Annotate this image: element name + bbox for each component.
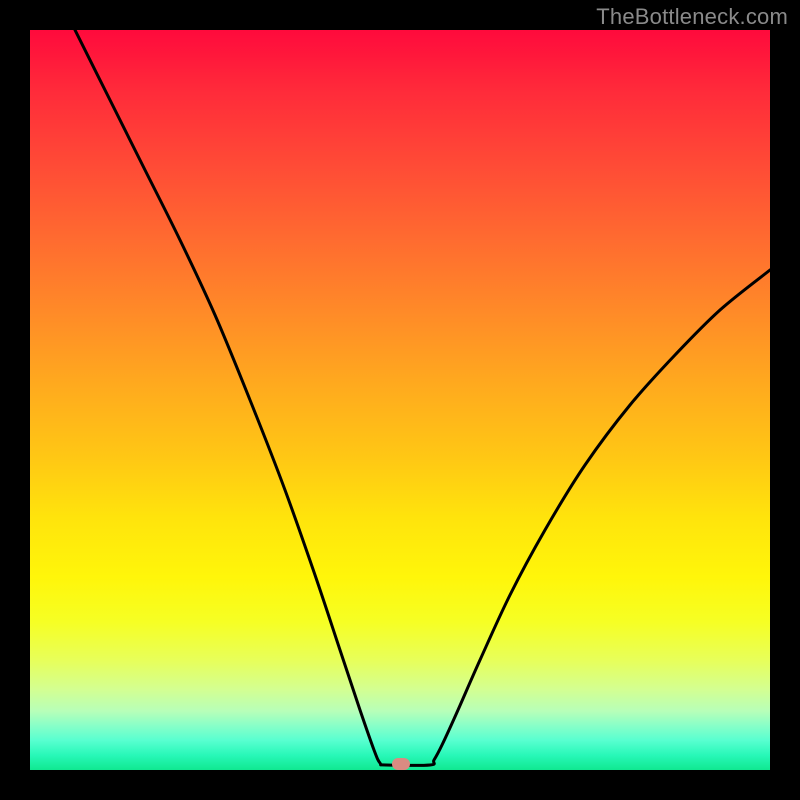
- optimum-marker: [392, 758, 410, 770]
- plot-area: [30, 30, 770, 770]
- watermark-text: TheBottleneck.com: [596, 4, 788, 30]
- chart-frame: TheBottleneck.com: [0, 0, 800, 800]
- bottleneck-curve: [30, 30, 770, 770]
